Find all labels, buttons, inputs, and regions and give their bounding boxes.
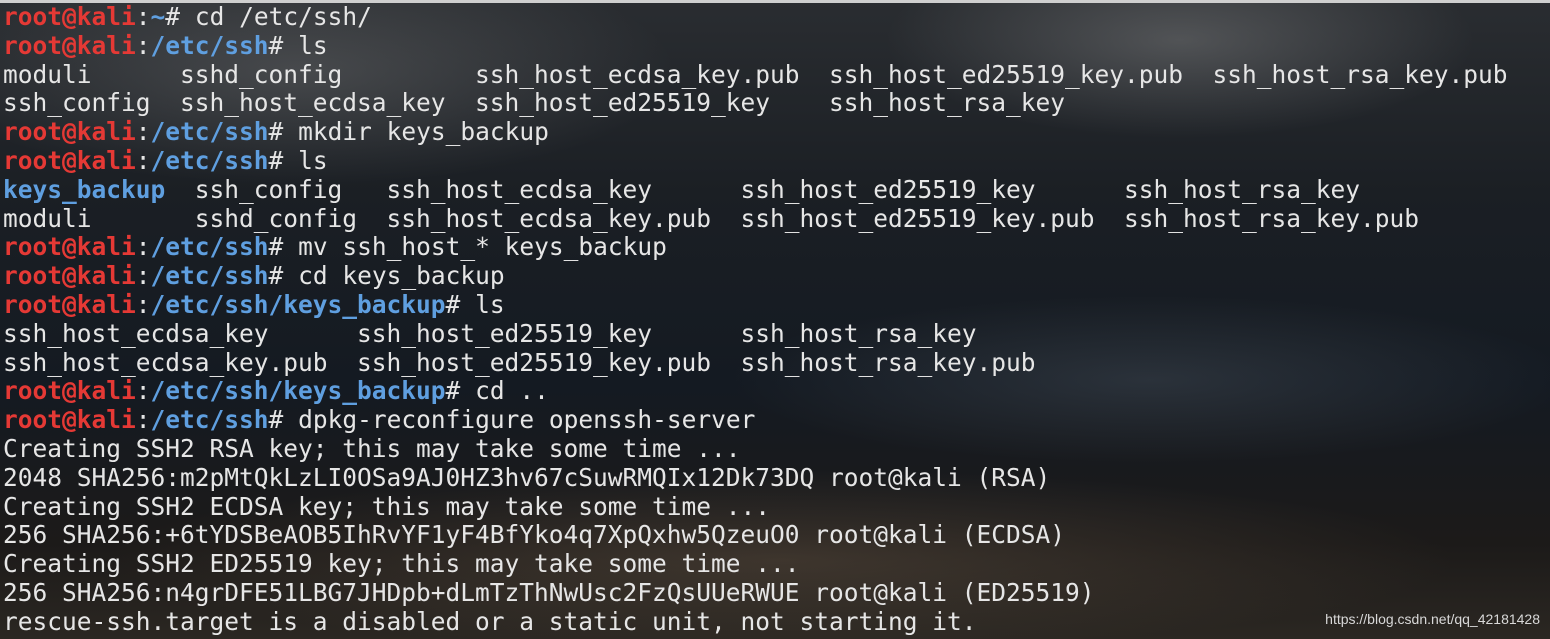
prompt-user-host: root@kali: [3, 232, 136, 262]
prompt-path: /etc/ssh: [150, 261, 269, 291]
prompt-colon: :: [135, 376, 151, 406]
prompt-hash: #: [268, 405, 284, 435]
output-line: ssh_host_ecdsa_key.pub ssh_host_ed25519_…: [3, 347, 1036, 377]
prompt-user-host: root@kali: [3, 289, 136, 319]
prompt-line: root@kali:/etc/ssh# mv ssh_host_* keys_b…: [3, 232, 1547, 262]
command-text: ls: [460, 289, 505, 319]
prompt-line: root@kali:/etc/ssh# ls: [3, 145, 1547, 176]
command-text: ls: [283, 145, 328, 175]
output-line: moduli sshd_config ssh_host_ecdsa_key.pu…: [3, 203, 1420, 233]
prompt-line: root@kali:/etc/ssh/keys_backup# cd ..: [3, 376, 1547, 406]
prompt-user-host: root@kali: [3, 117, 136, 147]
prompt-hash: #: [445, 289, 461, 319]
prompt-path: /etc/ssh/keys_backup: [150, 289, 446, 319]
prompt-hash: #: [445, 376, 461, 406]
prompt-line: root@kali:/etc/ssh# ls: [3, 30, 1547, 61]
watermark-url: https://blog.csdn.net/qq_42181428: [1325, 611, 1540, 627]
output-line: rescue-ssh.target is a disabled or a sta…: [3, 606, 977, 636]
prompt-path: /etc/ssh: [150, 145, 269, 175]
prompt-path: ~: [150, 2, 166, 31]
listing-text: ssh_config ssh_host_ecdsa_key ssh_host_e…: [165, 174, 1361, 204]
prompt-user-host: root@kali: [3, 145, 136, 175]
prompt-hash: #: [165, 2, 181, 31]
output-line: keys_backup ssh_config ssh_host_ecdsa_ke…: [3, 174, 1547, 205]
command-text: mkdir keys_backup: [283, 117, 549, 147]
prompt-user-host: root@kali: [3, 30, 136, 60]
prompt-colon: :: [135, 232, 151, 262]
output-line: Creating SSH2 ED25519 key; this may take…: [3, 549, 800, 579]
output-line: ssh_host_ecdsa_key ssh_host_ed25519_key …: [3, 318, 977, 348]
output-line: 2048 SHA256:m2pMtQkLzLI0OSa9AJ0HZ3hv67cS…: [3, 462, 1051, 492]
output-line: 256 SHA256:+6tYDSBeAOB5IhRvYF1yF4BfYko4q…: [3, 520, 1066, 550]
prompt-line: root@kali:/etc/ssh# dpkg-reconfigure ope…: [3, 405, 1547, 435]
prompt-colon: :: [135, 145, 151, 175]
output-line: 256 SHA256:n4grDFE51LBG7JHDpb+dLmTzThNwU…: [3, 577, 1095, 607]
prompt-user-host: root@kali: [3, 2, 136, 31]
prompt-colon: :: [135, 2, 151, 31]
prompt-colon: :: [135, 117, 151, 147]
prompt-path: /etc/ssh: [150, 30, 269, 60]
command-text: cd /etc/ssh/: [180, 2, 372, 31]
prompt-colon: :: [135, 405, 151, 435]
output-line: moduli sshd_config ssh_host_ecdsa_key.pu…: [3, 59, 1508, 89]
directory-entry: keys_backup: [3, 174, 166, 204]
prompt-user-host: root@kali: [3, 405, 136, 435]
prompt-hash: #: [268, 261, 284, 291]
prompt-hash: #: [268, 145, 284, 175]
prompt-path: /etc/ssh: [150, 232, 269, 262]
command-text: dpkg-reconfigure openssh-server: [283, 405, 756, 435]
prompt-user-host: root@kali: [3, 261, 136, 291]
prompt-colon: :: [135, 30, 151, 60]
prompt-line: root@kali:~# cd /etc/ssh/: [3, 2, 1547, 32]
prompt-path: /etc/ssh: [150, 117, 269, 147]
prompt-user-host: root@kali: [3, 376, 136, 406]
output-line: Creating SSH2 ECDSA key; this may take s…: [3, 491, 771, 521]
output-line: Creating SSH2 RSA key; this may take som…: [3, 433, 741, 463]
command-text: mv ssh_host_* keys_backup: [283, 232, 667, 262]
prompt-line: root@kali:/etc/ssh# cd keys_backup: [3, 261, 1547, 291]
output-line: ssh_config ssh_host_ecdsa_key ssh_host_e…: [3, 88, 1066, 118]
prompt-hash: #: [268, 30, 284, 60]
terminal-output[interactable]: root@kali:~# cd /etc/ssh/ root@kali:/etc…: [3, 2, 1547, 637]
prompt-hash: #: [268, 232, 284, 262]
prompt-path: /etc/ssh: [150, 405, 269, 435]
prompt-colon: :: [135, 261, 151, 291]
prompt-line: root@kali:/etc/ssh# mkdir keys_backup: [3, 117, 1547, 147]
prompt-line: root@kali:/etc/ssh/keys_backup# ls: [3, 289, 1547, 320]
prompt-path: /etc/ssh/keys_backup: [150, 376, 446, 406]
prompt-hash: #: [268, 117, 284, 147]
command-text: ls: [283, 30, 328, 60]
prompt-colon: :: [135, 289, 151, 319]
command-text: cd ..: [460, 376, 549, 406]
command-text: cd keys_backup: [283, 261, 505, 291]
